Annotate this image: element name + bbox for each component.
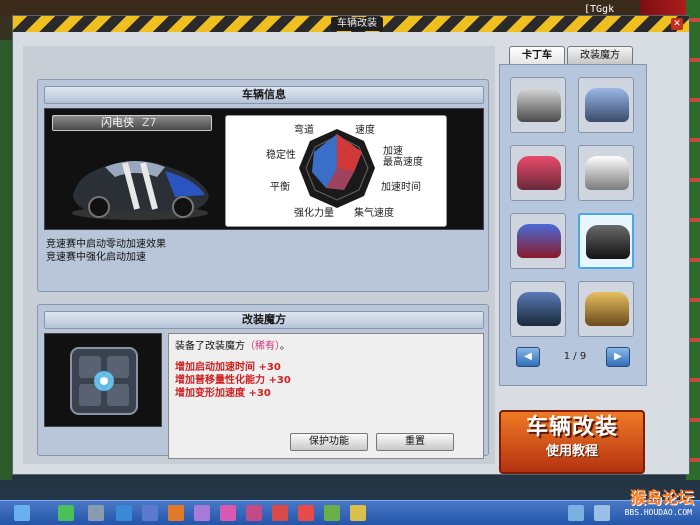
left-scenery <box>0 40 12 480</box>
forum-url: BBS.HOUDAO.COM <box>624 508 692 517</box>
vehicle-modification-window: 车辆改装 ✕ 车辆信息 闪电侠 Z7 弯道 速度 加速 最高速度 加速时间 集气… <box>12 15 690 475</box>
friends-icon[interactable] <box>298 505 314 521</box>
tray-text: [TGgk <box>584 4 615 15</box>
taskbar <box>0 500 700 525</box>
window-title: 车辆改装 <box>331 17 383 31</box>
reset-button[interactable]: 重置 <box>376 433 454 451</box>
stat-label: 集气速度 <box>354 208 394 219</box>
car-name: 闪电侠 <box>101 116 134 129</box>
shop-icon[interactable] <box>168 505 184 521</box>
stats-radar: 弯道 速度 加速 最高速度 加速时间 集气速度 强化力量 平衡 稳定性 <box>225 115 447 227</box>
forum-logo: 猴岛论坛 <box>629 488 694 507</box>
car-thumbnail <box>517 88 561 122</box>
car-thumbnail <box>517 292 561 326</box>
close-button[interactable]: ✕ <box>671 18 683 30</box>
prev-page-button[interactable]: ◀ <box>516 347 540 367</box>
tab-magic-cube[interactable]: 改装魔方 <box>567 46 633 64</box>
vehicle-info-panel: 车辆信息 闪电侠 Z7 弯道 速度 加速 最高速度 加速时间 集气速度 强化力量… <box>37 79 489 292</box>
right-sidebar: 卡丁车 改装魔方 ◀ 1 / 9 ▶ 车辆改装 使用教程 <box>499 46 649 474</box>
car-tile[interactable] <box>578 145 634 201</box>
equipped-name: （稀有） <box>245 341 280 352</box>
car-tile-selected[interactable] <box>578 213 634 269</box>
tray-icon[interactable] <box>568 505 584 521</box>
title-bar[interactable]: 车辆改装 <box>13 16 689 32</box>
car-thumbnail <box>585 292 629 326</box>
book-icon[interactable] <box>272 505 288 521</box>
equipped-suffix: 。 <box>280 341 290 352</box>
car-thumbnail <box>585 156 629 190</box>
home-icon[interactable] <box>116 505 132 521</box>
mail-icon[interactable] <box>350 505 366 521</box>
car-thumbnail <box>585 88 629 122</box>
stat-label: 弯道 <box>294 125 314 136</box>
modification-magic-panel: 改装魔方 装备了改装魔方（稀有）。 增加启动加速时间 +30 增加普移量性化能力 <box>37 304 489 459</box>
back-icon[interactable] <box>58 505 74 521</box>
car-level: Z7 <box>142 116 157 129</box>
item-icon[interactable] <box>220 505 236 521</box>
car-tile[interactable] <box>510 145 566 201</box>
heart-icon[interactable] <box>246 505 262 521</box>
car-tile[interactable] <box>510 281 566 337</box>
gift-icon[interactable] <box>194 505 210 521</box>
car-name-bar: 闪电侠 Z7 <box>52 115 212 131</box>
radar-chart <box>299 129 375 208</box>
stat-label: 速度 <box>355 125 375 136</box>
chat-icon[interactable] <box>324 505 340 521</box>
car-thumbnail <box>586 225 630 259</box>
equipped-prefix: 装备了改装魔方 <box>175 341 245 352</box>
garage-icon[interactable] <box>88 505 104 521</box>
protect-button[interactable]: 保护功能 <box>290 433 368 451</box>
tab-kart[interactable]: 卡丁车 <box>509 46 565 64</box>
tutorial-subtitle: 使用教程 <box>545 444 598 459</box>
tool-icon[interactable] <box>142 505 158 521</box>
description-line: 竞速赛中强化启动加速 <box>46 252 146 263</box>
start-icon[interactable] <box>14 505 30 521</box>
car-tile[interactable] <box>510 213 566 269</box>
magic-cube-slot[interactable] <box>44 333 162 427</box>
stat-label: 加速时间 <box>381 182 421 193</box>
stat-label: 平衡 <box>270 182 290 193</box>
car-image <box>72 161 209 220</box>
car-thumbnail <box>517 156 561 190</box>
car-grid: ◀ 1 / 9 ▶ <box>499 64 647 386</box>
left-content-area: 车辆信息 闪电侠 Z7 弯道 速度 加速 最高速度 加速时间 集气速度 强化力量… <box>23 46 495 464</box>
car-preview: 闪电侠 Z7 弯道 速度 加速 最高速度 加速时间 集气速度 强化力量 平衡 稳… <box>44 108 484 230</box>
stat-label: 最高速度 <box>383 157 423 168</box>
magic-header: 改装魔方 <box>44 311 484 329</box>
car-thumbnail <box>517 224 561 258</box>
page-indicator: 1 / 9 <box>563 351 587 362</box>
tray-icon[interactable] <box>594 505 610 521</box>
magic-effect: 增加启动加速时间 +30 <box>175 362 281 373</box>
magic-cube-icon <box>70 347 138 415</box>
stat-label: 稳定性 <box>266 150 296 161</box>
car-tile[interactable] <box>510 77 566 133</box>
tutorial-button[interactable]: 车辆改装 使用教程 <box>499 410 645 474</box>
car-tile[interactable] <box>578 77 634 133</box>
tutorial-title: 车辆改装 <box>525 415 618 440</box>
vehicle-description: 竞速赛中启动零动加速效果 竞速赛中强化启动加速 <box>44 234 484 286</box>
description-line: 竞速赛中启动零动加速效果 <box>46 239 166 250</box>
vehicle-info-header: 车辆信息 <box>44 86 484 104</box>
magic-effect: 增加普移量性化能力 +30 <box>175 375 291 386</box>
car-tile[interactable] <box>578 281 634 337</box>
magic-effect: 增加变形加速度 +30 <box>175 388 271 399</box>
next-page-button[interactable]: ▶ <box>606 347 630 367</box>
equipped-text: 装备了改装魔方（稀有）。 <box>175 340 477 353</box>
stat-label: 强化力量 <box>294 208 334 219</box>
